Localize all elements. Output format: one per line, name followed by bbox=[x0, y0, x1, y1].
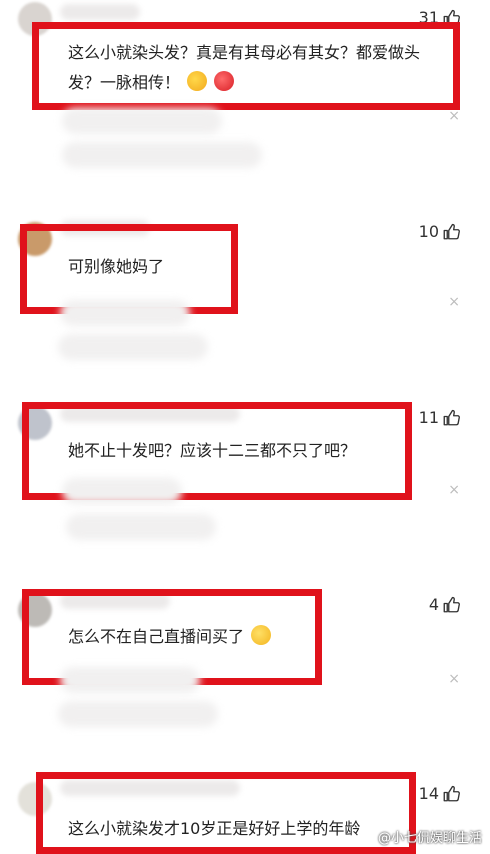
like-count-value: 4 bbox=[428, 595, 439, 614]
watermark: @小七侃娱聊生活 bbox=[377, 831, 482, 846]
like-count-value: 10 bbox=[418, 222, 439, 241]
comment-1: 31 这么小就染头发？真是有其母必有其女？都爱做头 发？一脉相传！ × bbox=[0, 0, 490, 190]
like-count[interactable]: 14 bbox=[419, 784, 460, 803]
highlight-box bbox=[36, 772, 416, 854]
like-count-value: 11 bbox=[418, 408, 439, 427]
thumbs-up-icon[interactable] bbox=[442, 223, 460, 241]
reply-meta-blurred bbox=[66, 514, 216, 540]
comment-2: 10 可别像她妈了 × bbox=[0, 210, 490, 380]
close-icon[interactable]: × bbox=[448, 482, 460, 498]
like-count[interactable]: 4 bbox=[429, 595, 460, 614]
like-count[interactable]: 11 bbox=[419, 408, 460, 427]
close-icon[interactable]: × bbox=[448, 294, 460, 310]
reply-meta-blurred bbox=[62, 142, 262, 168]
reply-meta-blurred bbox=[58, 701, 218, 727]
thumbs-up-icon[interactable] bbox=[442, 409, 460, 427]
reply-meta-blurred bbox=[60, 667, 200, 693]
thumbs-up-icon[interactable] bbox=[442, 596, 460, 614]
reply-meta-blurred bbox=[62, 108, 222, 134]
like-count-value: 14 bbox=[418, 784, 439, 803]
close-icon[interactable]: × bbox=[448, 108, 460, 124]
like-count[interactable]: 10 bbox=[419, 222, 460, 241]
close-icon[interactable]: × bbox=[448, 671, 460, 687]
comment-3: 11 她不止十发吧？应该十二三都不只了吧？ × bbox=[0, 398, 490, 573]
comment-4: 4 怎么不在自己直播间买了 × bbox=[0, 585, 490, 755]
highlight-box bbox=[32, 22, 460, 110]
reply-meta-blurred bbox=[60, 300, 190, 326]
reply-meta-blurred bbox=[58, 334, 208, 360]
reply-meta-blurred bbox=[62, 478, 182, 504]
username-blurred[interactable] bbox=[60, 4, 140, 20]
thumbs-up-icon[interactable] bbox=[442, 785, 460, 803]
